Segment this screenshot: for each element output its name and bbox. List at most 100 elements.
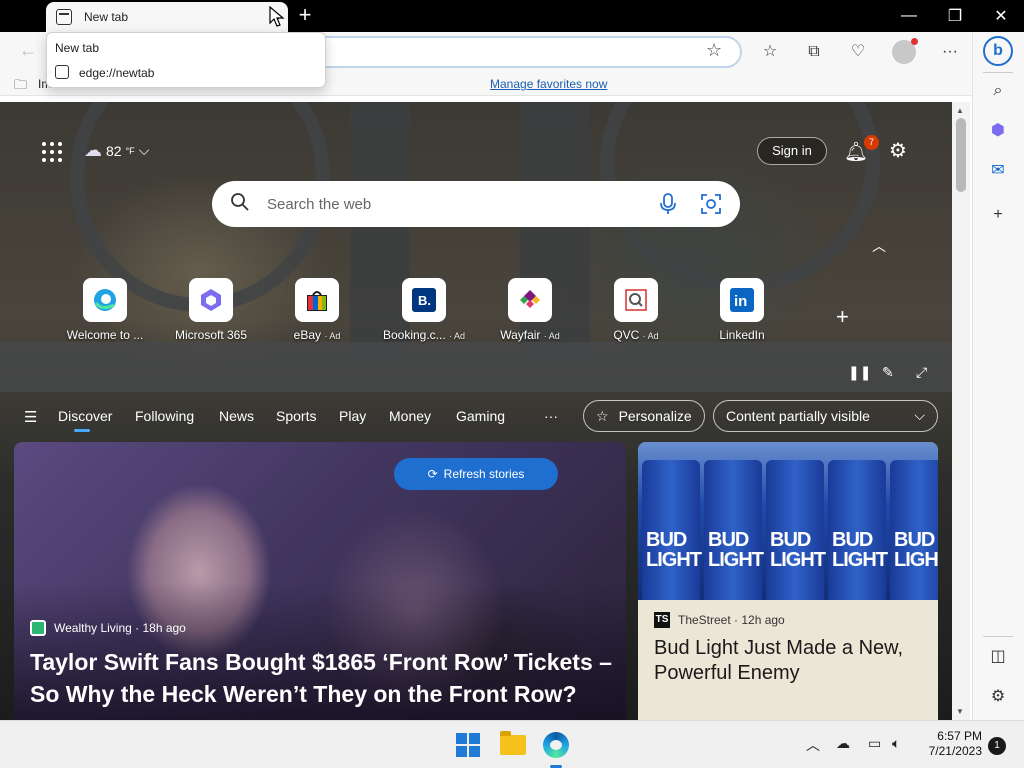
sidebar-divider [983,72,1013,73]
clock-date: 7/21/2023 [928,744,982,758]
edge-sidebar: b ⌕ ⬢ ✉ + ◫ ⚙ [972,32,1024,720]
scroll-up-arrow-icon[interactable]: ▲ [956,106,964,115]
refresh-icon: ⟳ [427,467,438,481]
system-clock[interactable]: 6:57 PM 7/21/2023 [922,729,982,759]
cloud-sync-icon[interactable]: ☁ [836,735,850,752]
sidebar-divider [983,636,1013,637]
notification-count-badge: 7 [864,135,879,150]
new-tab-page: ☁ 82°F ⌵ Sign in 🔔︎ 7 ⚙ ︿ Welcome to ... [0,102,952,720]
background-road [0,342,952,392]
card-headline[interactable]: Bud Light Just Made a New, Powerful Enem… [654,636,924,686]
web-search-box[interactable] [212,181,740,227]
microsoft-365-icon[interactable]: ⬢ [985,118,1011,144]
menu-icon[interactable]: ☰ [24,408,37,426]
more-options-icon[interactable]: ··· [938,40,962,64]
favorite-star-icon[interactable]: ☆ [706,40,722,61]
quick-link-label: Booking.c... · Ad [382,328,466,342]
show-hidden-icons-chevron-icon[interactable]: ︿ [806,735,820,755]
file-explorer-icon[interactable] [500,731,526,755]
tab-new-tab[interactable]: New tab × [46,2,288,32]
quick-link-ebay[interactable]: eBay · Ad [267,278,367,342]
profile-avatar[interactable] [892,38,918,64]
quick-link-label: Welcome to ... [66,328,144,342]
can-image: BUD LIGHT [704,460,764,600]
minimize-button[interactable]: — [886,0,932,32]
booking-logo-icon: B. [402,278,446,322]
weather-unit: °F [125,145,135,156]
expand-icon[interactable]: ⤢ [916,364,927,381]
wayfair-logo-icon [508,278,552,322]
nav-news[interactable]: News [219,408,254,424]
hover-card-url: edge://newtab [79,66,155,80]
bing-chat-icon[interactable]: b [983,36,1013,66]
nav-more[interactable]: ··· [544,408,558,424]
scrollbar-thumb[interactable] [956,118,966,192]
apps-launcher-icon[interactable] [42,142,62,162]
card-headline[interactable]: Taylor Swift Fans Bought $1865 ‘Front Ro… [30,646,615,710]
nav-discover[interactable]: Discover [58,408,112,432]
quick-link-label: eBay · Ad [293,328,341,342]
quick-link-wayfair[interactable]: Wayfair · Ad [480,278,580,342]
quick-link-microsoft-365[interactable]: Microsoft 365 [161,278,261,342]
new-tab-button[interactable]: + [293,4,317,28]
close-window-button[interactable]: ✕ [978,0,1024,32]
quick-link-booking[interactable]: B. Booking.c... · Ad [374,278,474,342]
microsoft-365-icon [189,278,233,322]
chevron-up-icon[interactable]: ︿ [872,236,886,256]
edge-logo-icon [83,278,127,322]
search-icon[interactable]: ⌕ [985,78,1011,104]
quick-link-welcome[interactable]: Welcome to ... [55,278,155,342]
browser-essentials-icon[interactable]: ♡ [846,40,870,64]
nav-gaming[interactable]: Gaming [456,408,505,424]
hide-sidebar-icon[interactable]: ◫ [985,644,1011,670]
side-news-card[interactable]: BUD LIGHT BUD LIGHT BUD LIGHT BUD LIGHT … [638,442,938,720]
page-scrollbar[interactable]: ▲ ▼ [952,102,970,720]
collections-icon[interactable]: ⧉ [802,40,826,64]
quick-link-qvc[interactable]: QVC · Ad [586,278,686,342]
can-image: BUD LIGHT [828,460,888,600]
nav-sports[interactable]: Sports [276,408,316,424]
edge-taskbar-icon[interactable] [543,732,569,758]
search-input[interactable] [267,193,627,215]
restore-button[interactable]: ❐ [932,0,978,32]
windows-start-icon[interactable] [456,733,480,757]
weather-widget[interactable]: ☁ 82 °F ⌵ [84,140,149,161]
refresh-stories-button[interactable]: ⟳ Refresh stories [394,458,558,490]
sidebar-settings-gear-icon[interactable]: ⚙ [985,684,1011,710]
svg-text:in: in [734,293,747,310]
scroll-down-arrow-icon[interactable]: ▼ [956,707,964,716]
network-icon[interactable]: ▭ [868,735,881,752]
add-quick-link-icon[interactable]: + [836,304,849,330]
qvc-logo-icon [614,278,658,322]
quick-link-label: LinkedIn [719,328,765,342]
tab-hover-card: New tab edge://newtab [46,32,326,88]
refresh-label: Refresh stories [443,467,525,481]
personalize-button[interactable]: ☆ Personalize [583,400,705,432]
nav-play[interactable]: Play [339,408,366,424]
visual-search-icon[interactable] [700,193,722,215]
add-sidebar-app-icon[interactable]: + [985,202,1011,228]
outlook-icon[interactable]: ✉ [985,158,1011,184]
settings-gear-icon[interactable]: ⚙ [889,138,907,163]
volume-icon[interactable]: 🔈︎ [892,735,900,752]
quick-link-linkedin[interactable]: in LinkedIn [692,278,792,342]
nav-money[interactable]: Money [389,408,431,424]
feed-nav-bar: ☰ Discover Following News Sports Play Mo… [0,400,952,434]
taskbar: ︿ ☁ ▭ 🔈︎ 6:57 PM 7/21/2023 1 [0,720,1024,768]
pause-background-icon[interactable]: ❚❚ [848,364,871,381]
back-button[interactable]: ← [14,40,42,64]
favorites-icon[interactable]: ☆ [758,40,782,64]
content-visibility-dropdown[interactable]: Content partially visible ⌵ [713,400,938,432]
edit-background-icon[interactable]: ✎ [882,364,894,381]
weather-temperature: 82 [106,142,122,159]
notification-center-badge[interactable]: 1 [988,737,1006,755]
sparkle-star-icon: ☆ [596,407,609,424]
folder-icon[interactable]: 🗀 [14,76,27,98]
nav-following[interactable]: Following [135,408,194,424]
page-icon [56,9,72,25]
quick-link-label: Wayfair · Ad [500,328,560,342]
manage-favorites-link[interactable]: Manage favorites now [490,77,607,91]
microphone-icon[interactable] [658,193,678,215]
sign-in-button[interactable]: Sign in [757,137,827,165]
bud-light-image: BUD LIGHT BUD LIGHT BUD LIGHT BUD LIGHT … [638,442,938,600]
